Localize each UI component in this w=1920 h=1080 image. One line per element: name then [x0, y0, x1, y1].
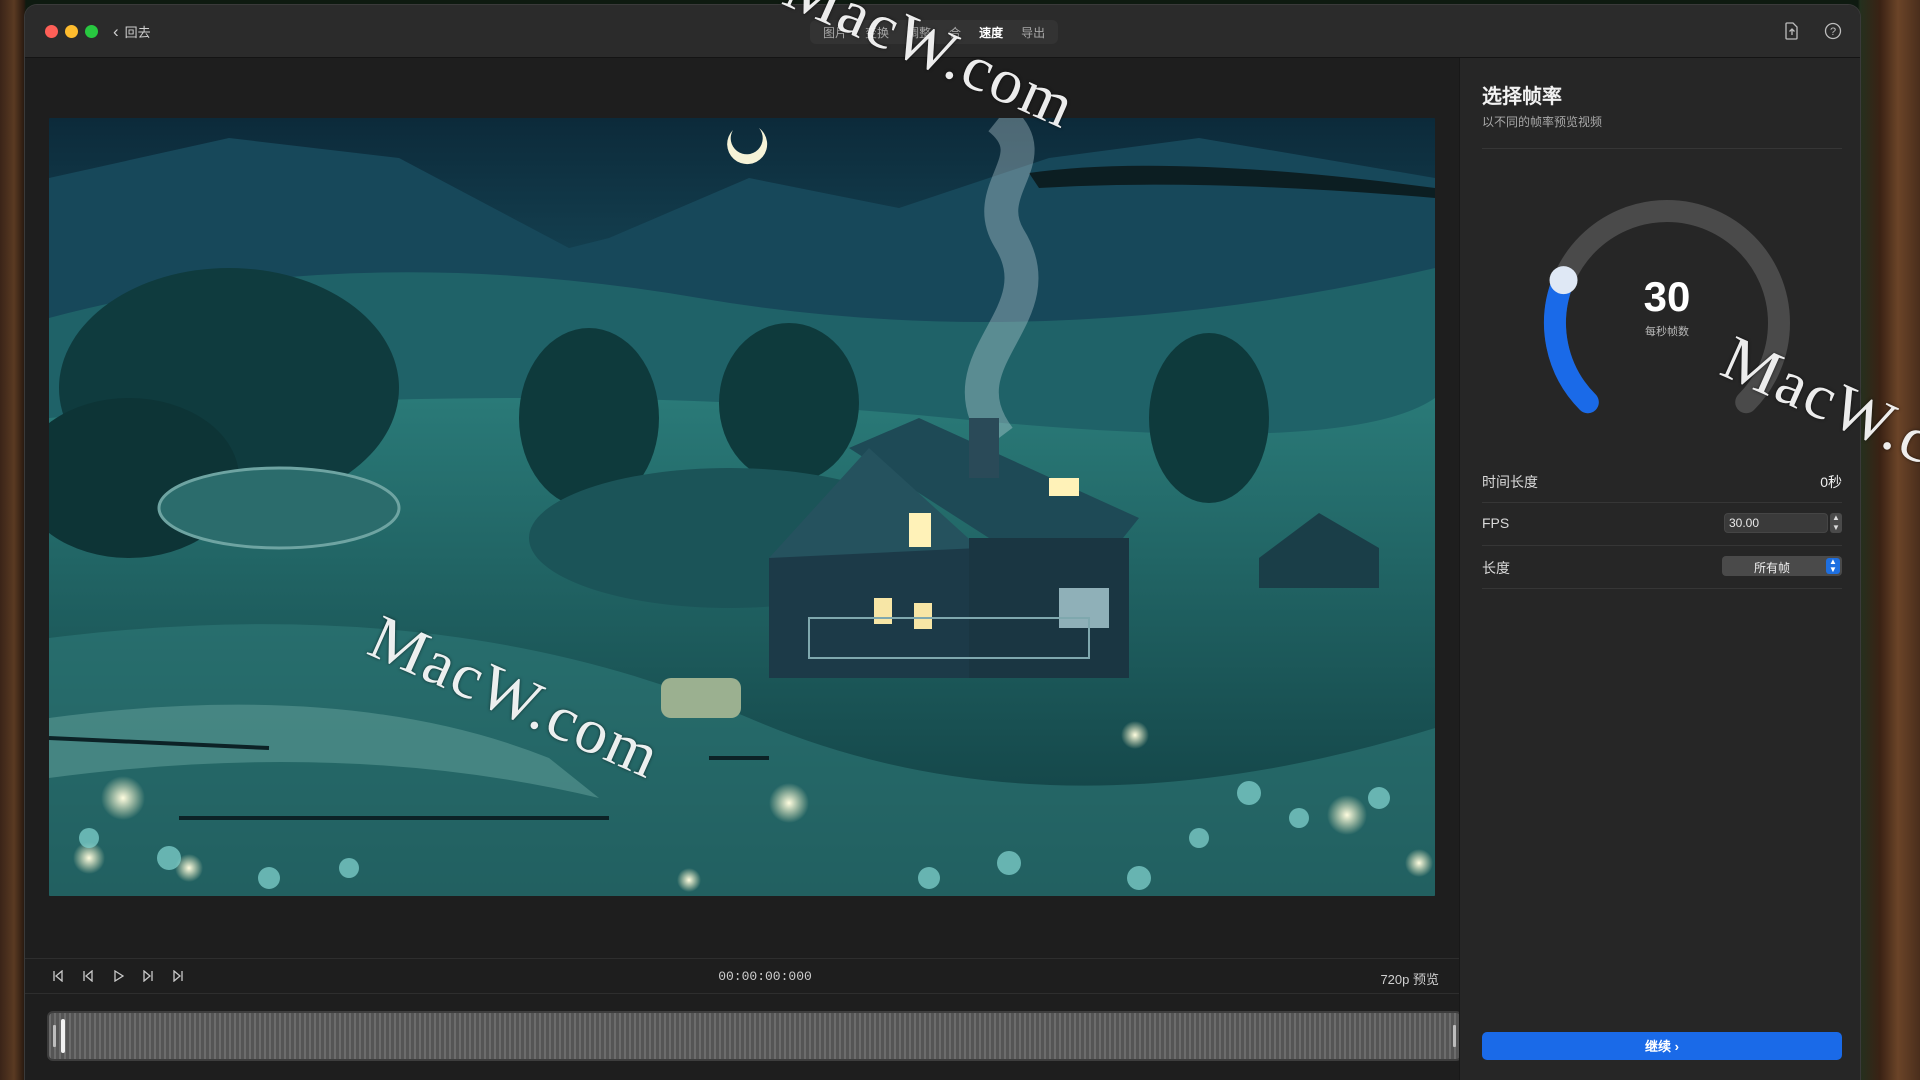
length-selected-value: 所有帧	[1753, 561, 1790, 575]
frame-rate-panel: 选择帧率 以不同的帧率预览视频 30 每秒帧数 时间长度 0秒 FPS ▲▼ 长…	[1459, 58, 1860, 1080]
trim-end-handle[interactable]	[1453, 1025, 1456, 1047]
skip-to-end-icon[interactable]	[169, 967, 187, 985]
minimize-window-button[interactable]	[65, 25, 78, 38]
tab-combine[interactable]: 合	[940, 24, 970, 41]
divider	[1482, 588, 1842, 589]
duration-label: 时间长度	[1482, 474, 1538, 490]
tab-transform[interactable]: 变换	[856, 24, 898, 41]
length-select[interactable]: 所有帧 ▲ ▼	[1722, 556, 1842, 576]
play-icon[interactable]	[109, 967, 127, 985]
chevron-updown-icon: ▲ ▼	[1826, 558, 1840, 574]
back-label: 回去	[124, 24, 151, 40]
svg-text:?: ?	[1830, 26, 1836, 38]
length-row: 长度 所有帧 ▲ ▼	[1482, 546, 1842, 586]
timecode-display: 00:00:00:000	[718, 969, 812, 984]
fps-stepper[interactable]: ▲ ▼	[1830, 513, 1842, 533]
title-bar: ‹ 回去 图片 变换 调整 合 速度 导出 ?	[25, 5, 1860, 58]
panel-subtitle: 以不同的帧率预览视频	[1482, 115, 1603, 129]
panel-title: 选择帧率	[1482, 86, 1562, 108]
tab-speed[interactable]: 速度	[970, 24, 1012, 41]
tab-adjust[interactable]: 调整	[898, 24, 940, 41]
step-forward-icon[interactable]	[139, 967, 157, 985]
zoom-window-button[interactable]	[85, 25, 98, 38]
playback-controls: 00:00:00:000 720p 预览	[25, 958, 1459, 994]
editor-area: 00:00:00:000 720p 预览	[25, 58, 1462, 1080]
fps-unit-label: 每秒帧数	[1645, 326, 1689, 338]
video-frame-image	[49, 118, 1435, 896]
help-icon[interactable]: ?	[1823, 21, 1843, 41]
chevron-left-icon: ‹	[113, 21, 119, 41]
fps-label: FPS	[1482, 515, 1510, 531]
share-document-icon[interactable]	[1782, 21, 1802, 41]
fps-row: FPS ▲▼	[1482, 503, 1842, 543]
trim-start-handle[interactable]	[53, 1025, 56, 1047]
video-preview	[49, 118, 1435, 896]
back-button[interactable]: ‹ 回去	[113, 20, 151, 42]
duration-value: 0秒	[1820, 474, 1842, 490]
step-back-icon[interactable]	[79, 967, 97, 985]
tab-image[interactable]: 图片	[814, 24, 856, 41]
app-window: ‹ 回去 图片 变换 调整 合 速度 导出 ? 00:00:00:000 720…	[25, 5, 1860, 1080]
continue-button[interactable]: 继续 ›	[1482, 1032, 1842, 1060]
preview-quality-label: 720p 预览	[1380, 972, 1439, 987]
close-window-button[interactable]	[45, 25, 58, 38]
step-tabs: 图片 变换 调整 合 速度 导出	[810, 20, 1059, 44]
timeline-scrubber[interactable]	[47, 1011, 1462, 1061]
duration-row: 时间长度 0秒	[1482, 460, 1842, 500]
fps-dial[interactable]: 30 每秒帧数	[1517, 173, 1817, 473]
length-label: 长度	[1482, 560, 1510, 576]
playhead[interactable]	[61, 1019, 65, 1053]
tab-export[interactable]: 导出	[1012, 24, 1054, 41]
fps-value-display: 30	[1643, 273, 1691, 320]
skip-to-start-icon[interactable]	[49, 967, 67, 985]
fps-input[interactable]	[1724, 513, 1828, 533]
divider	[1482, 148, 1842, 149]
